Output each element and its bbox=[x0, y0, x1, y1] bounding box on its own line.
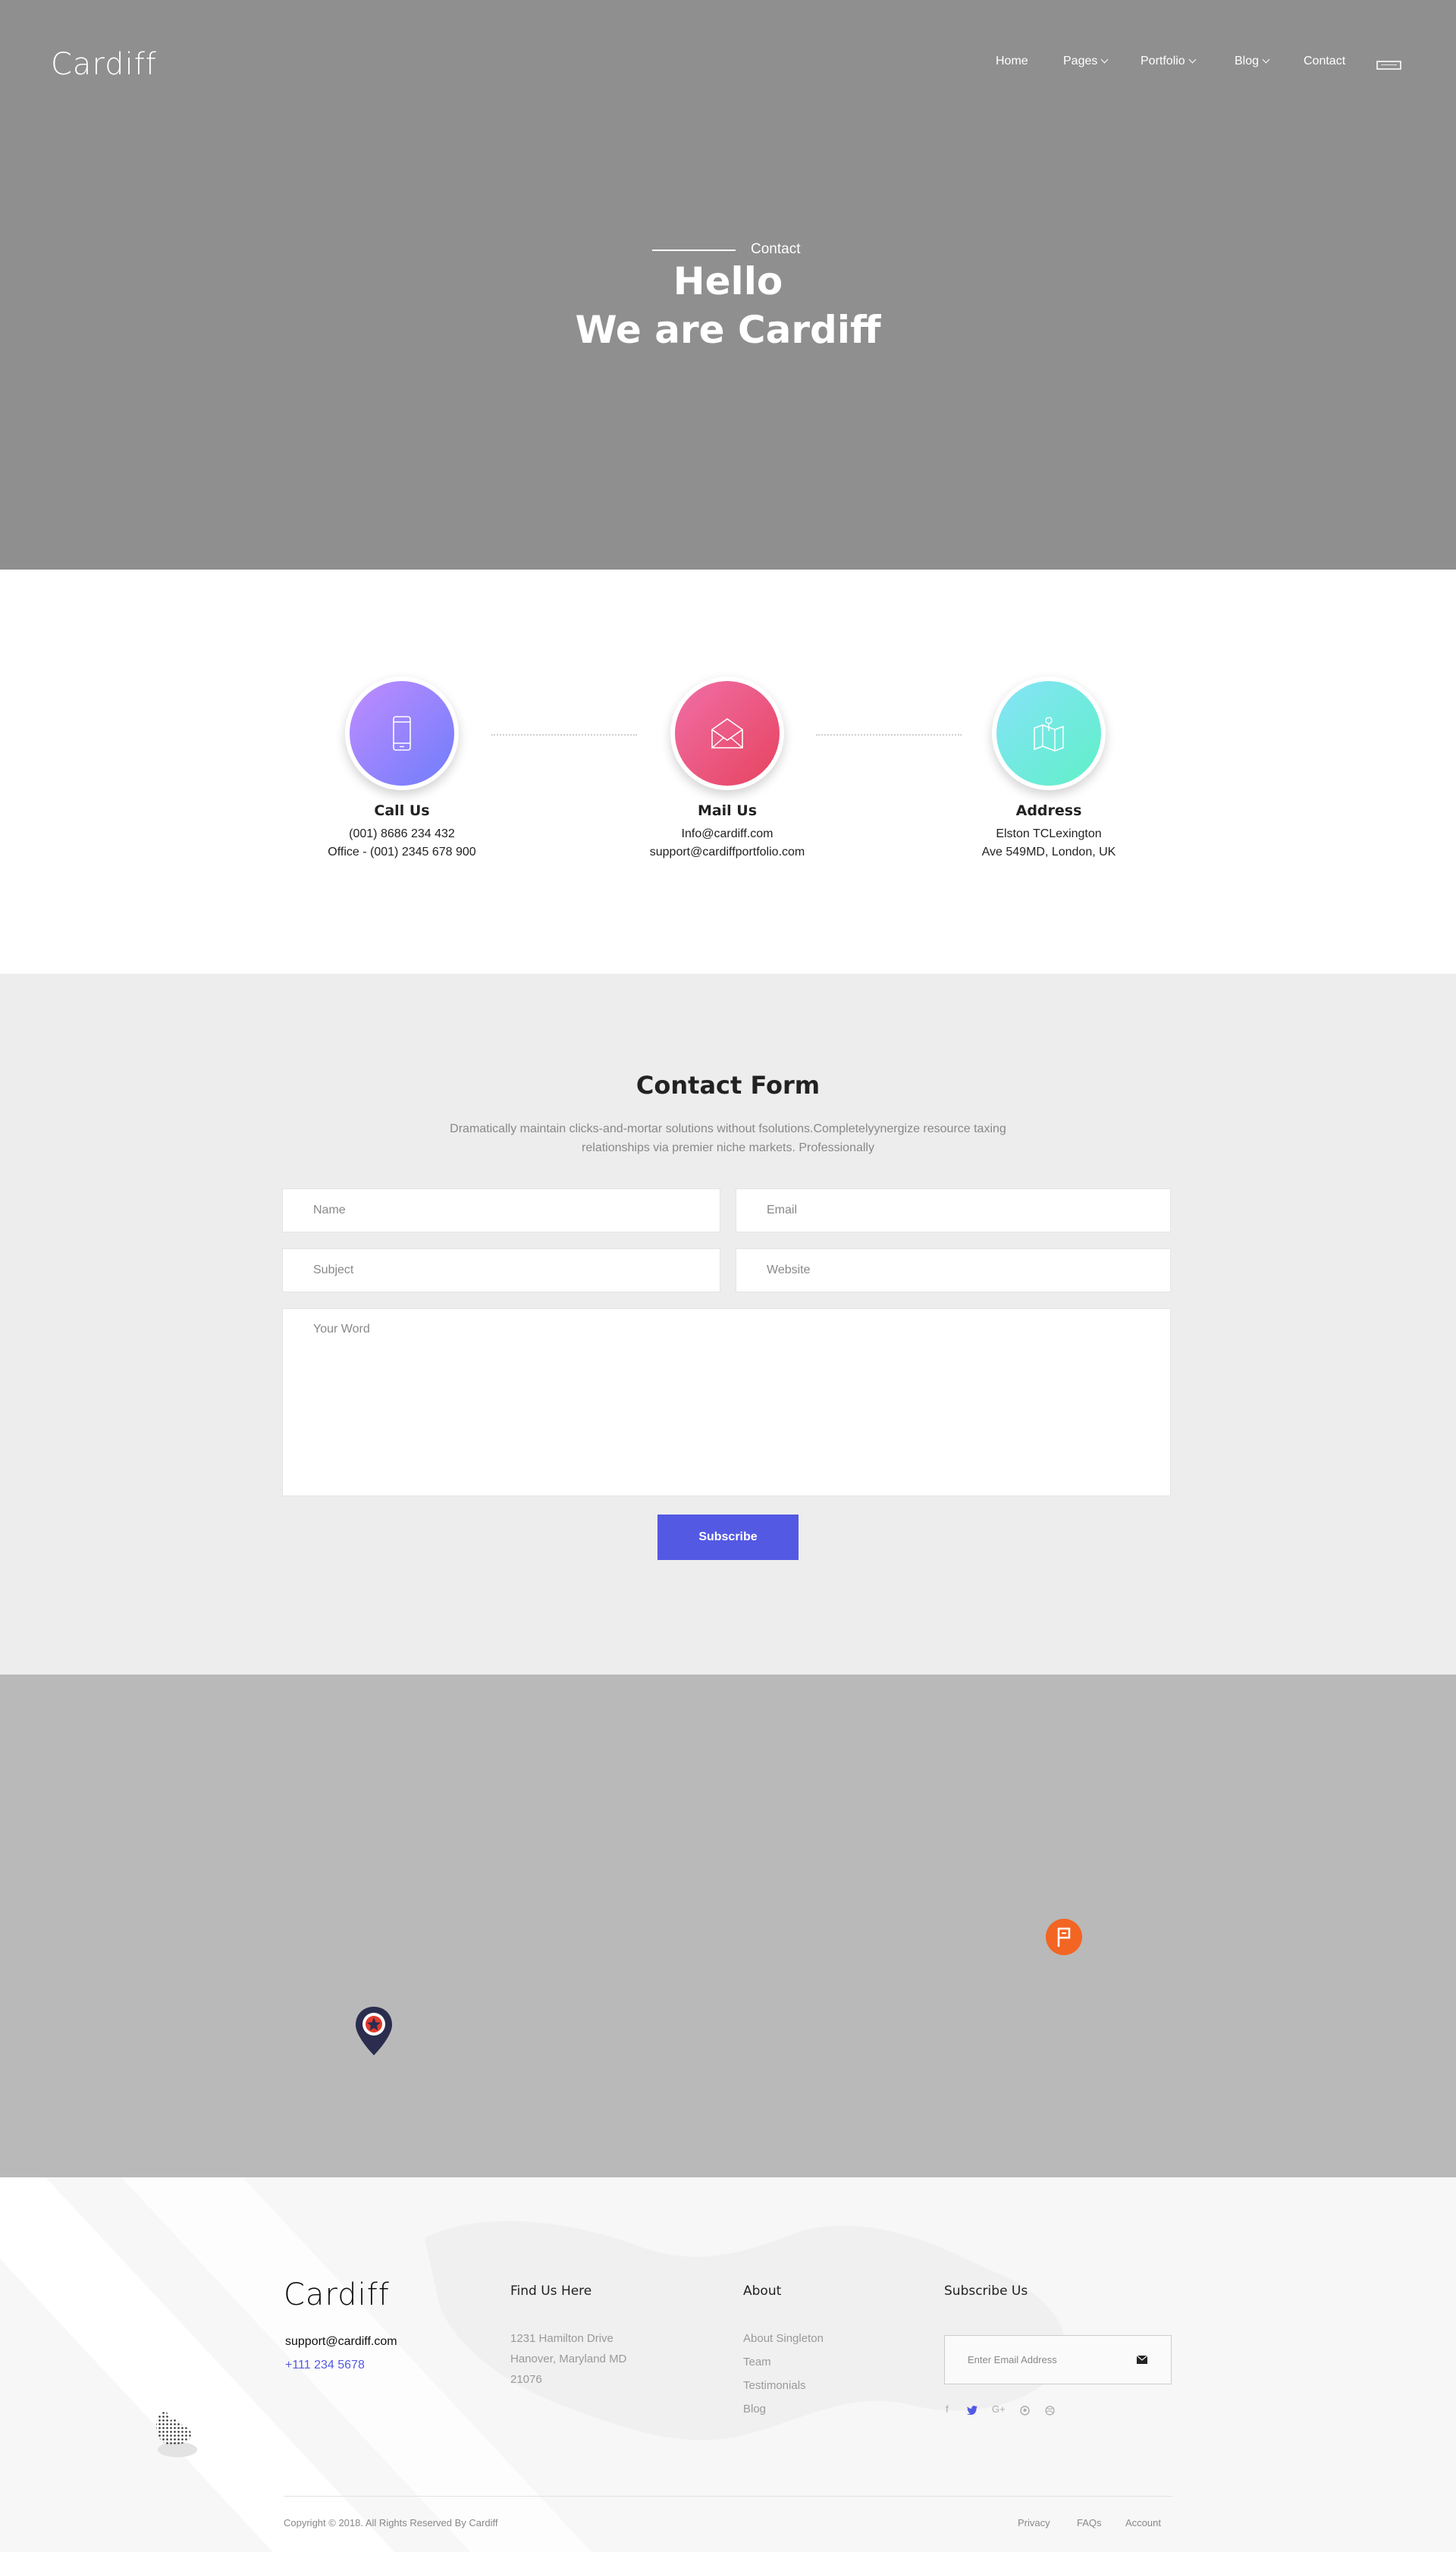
nav-contact[interactable]: Contact bbox=[1304, 55, 1345, 68]
footer-logo[interactable]: Cardiff bbox=[284, 2277, 390, 2312]
hamburger-icon[interactable] bbox=[1376, 61, 1401, 70]
chevron-down-icon bbox=[1262, 55, 1270, 64]
name-placeholder: Name bbox=[313, 1204, 346, 1216]
nav-blog-label: Blog bbox=[1235, 55, 1260, 67]
footer-divider bbox=[284, 2496, 1172, 2497]
address-line: 1231 Hamilton Drive bbox=[510, 2332, 613, 2345]
subject-placeholder: Subject bbox=[313, 1263, 354, 1276]
copyright: Copyright © 2018. All Rights Reserved By… bbox=[284, 2517, 498, 2528]
contact-info-section: Call Us (001) 8686 234 432 Office - (001… bbox=[0, 570, 1456, 974]
mail-title: Mail Us bbox=[697, 802, 758, 819]
facebook-icon[interactable]: f bbox=[946, 2403, 949, 2415]
map-icon bbox=[1034, 717, 1064, 752]
subscribe-heading: Subscribe Us bbox=[944, 2284, 1028, 2299]
nav-home[interactable]: Home bbox=[996, 55, 1028, 68]
call-line-2: Office - (001) 2345 678 900 bbox=[328, 846, 476, 859]
address-line: 21076 bbox=[510, 2373, 542, 2386]
form-description-line1: Dramatically maintain clicks-and-mortar … bbox=[450, 1122, 1006, 1135]
chevron-down-icon bbox=[1188, 55, 1197, 64]
website-placeholder: Website bbox=[767, 1263, 811, 1276]
send-envelope-icon[interactable] bbox=[1137, 2356, 1147, 2364]
flag-marker-icon[interactable] bbox=[1045, 1918, 1083, 1956]
address-gradient bbox=[996, 681, 1101, 786]
twitter-icon[interactable] bbox=[967, 2406, 977, 2415]
footer-email[interactable]: support@cardiff.com bbox=[285, 2335, 397, 2349]
about-link-blog[interactable]: Blog bbox=[743, 2403, 766, 2415]
envelope-icon bbox=[711, 718, 743, 749]
email-field[interactable]: Email bbox=[736, 1188, 1171, 1232]
address-line: Hanover, Maryland MD bbox=[510, 2353, 627, 2365]
about-heading: About bbox=[743, 2284, 782, 2299]
google-plus-icon[interactable]: G+ bbox=[992, 2403, 1006, 2415]
site-logo[interactable]: Cardiff bbox=[51, 47, 157, 82]
nav-pages[interactable]: Pages bbox=[1063, 55, 1109, 68]
phone-icon bbox=[393, 716, 411, 751]
dotted-connector bbox=[491, 734, 637, 736]
scroll-to-top-icon[interactable] bbox=[150, 2407, 203, 2468]
footer: Cardiff support@cardiff.com +111 234 567… bbox=[0, 2177, 1456, 2552]
mail-circle bbox=[670, 676, 784, 790]
address-circle bbox=[992, 676, 1106, 790]
mail-gradient bbox=[675, 681, 780, 786]
name-field[interactable]: Name bbox=[282, 1188, 720, 1232]
about-link-singleton[interactable]: About Singleton bbox=[743, 2332, 824, 2345]
contact-form-section: Contact Form Dramatically maintain click… bbox=[0, 974, 1456, 1675]
chevron-down-icon bbox=[1100, 55, 1109, 64]
form-description: Dramatically maintain clicks-and-mortar … bbox=[425, 1119, 1031, 1157]
website-field[interactable]: Website bbox=[736, 1248, 1171, 1292]
form-description-line2: relationships via premier niche markets.… bbox=[582, 1141, 874, 1154]
subject-field[interactable]: Subject bbox=[282, 1248, 720, 1292]
pinterest-icon[interactable] bbox=[1020, 2406, 1030, 2415]
nav-pages-label: Pages bbox=[1063, 55, 1098, 67]
hero-title-line2: We are Cardiff bbox=[575, 308, 881, 352]
nav-portfolio[interactable]: Portfolio bbox=[1141, 55, 1197, 68]
hero-eyebrow: Contact bbox=[751, 241, 801, 257]
map-area[interactable] bbox=[0, 1675, 1456, 2177]
nav-portfolio-label: Portfolio bbox=[1141, 55, 1185, 67]
privacy-link[interactable]: Privacy bbox=[1018, 2517, 1050, 2528]
account-link[interactable]: Account bbox=[1125, 2517, 1161, 2528]
nav-home-label: Home bbox=[996, 55, 1028, 67]
location-pin-icon[interactable] bbox=[353, 2005, 394, 2057]
hero-section: Cardiff Home Pages Portfolio Blog Contac… bbox=[0, 0, 1456, 570]
footer-phone[interactable]: +111 234 5678 bbox=[285, 2359, 365, 2372]
nav-contact-label: Contact bbox=[1304, 55, 1346, 67]
faqs-link[interactable]: FAQs bbox=[1077, 2517, 1102, 2528]
subscribe-placeholder: Enter Email Address bbox=[968, 2354, 1057, 2365]
mail-line-2: support@cardiffportfolio.com bbox=[649, 846, 805, 859]
subscribe-email-input[interactable]: Enter Email Address bbox=[944, 2335, 1172, 2384]
mail-line-1: Info@cardiff.com bbox=[681, 827, 774, 840]
eyebrow-divider bbox=[652, 250, 736, 251]
message-placeholder: Your Word bbox=[313, 1323, 370, 1336]
address-line-2: Ave 549MD, London, UK bbox=[981, 846, 1116, 859]
message-textarea[interactable]: Your Word bbox=[282, 1308, 1171, 1496]
nav-blog[interactable]: Blog bbox=[1235, 55, 1270, 68]
find-us-heading: Find Us Here bbox=[510, 2284, 592, 2299]
about-link-testimonials[interactable]: Testimonials bbox=[743, 2379, 806, 2392]
about-link-team[interactable]: Team bbox=[743, 2356, 771, 2368]
form-title: Contact Form bbox=[635, 1071, 821, 1100]
address-title: Address bbox=[1015, 802, 1082, 819]
email-placeholder: Email bbox=[767, 1204, 798, 1216]
call-title: Call Us bbox=[374, 802, 430, 819]
call-circle bbox=[345, 676, 459, 790]
call-line-1: (001) 8686 234 432 bbox=[349, 827, 455, 840]
hero-title-line1: Hello bbox=[673, 259, 783, 303]
subscribe-button[interactable]: Subscribe bbox=[657, 1515, 799, 1560]
address-line-1: Elston TCLexington bbox=[996, 827, 1102, 840]
call-gradient bbox=[350, 681, 454, 786]
dribbble-icon[interactable] bbox=[1045, 2406, 1055, 2415]
dotted-connector bbox=[816, 734, 962, 736]
